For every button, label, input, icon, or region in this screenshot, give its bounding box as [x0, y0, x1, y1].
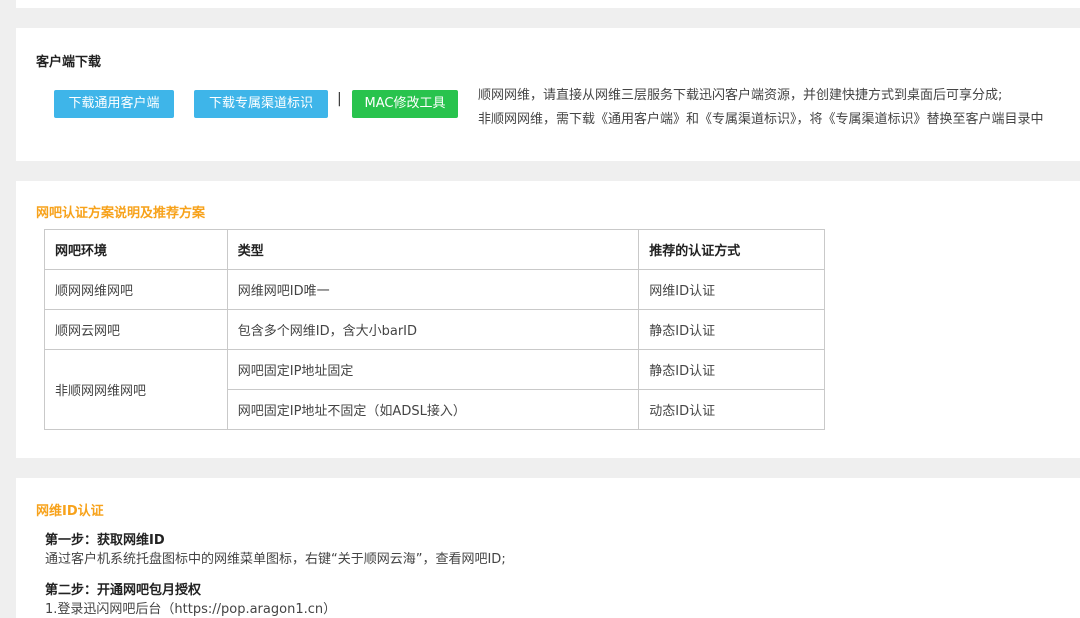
cell-env: 非顺网网维网吧	[44, 349, 228, 430]
header-type: 类型	[226, 229, 640, 270]
download-title: 客户端下载	[36, 55, 102, 70]
cell-auth: 动态ID认证	[638, 389, 825, 430]
netid-section: 网维ID认证 第一步：获取网维ID 通过客户机系统托盘图标中的网维菜单图标，右键…	[16, 478, 1080, 618]
cell-env: 顺网网维网吧	[44, 269, 228, 310]
table-row: 顺网云网吧 包含多个网维ID，含大小barID 静态ID认证	[44, 309, 825, 350]
cell-type: 包含多个网维ID，含大小barID	[226, 309, 640, 350]
download-instruction-line-2: 非顺网网维，需下载《通用客户端》和《专属渠道标识》，将《专属渠道标识》替换至客户…	[478, 112, 1044, 127]
step1-title: 第一步：获取网维ID	[45, 533, 165, 548]
download-channel-id-button[interactable]: 下载专属渠道标识	[194, 90, 328, 118]
download-instruction-line-1: 顺网网维，请直接从网维三层服务下载迅闪客户端资源，并创建快捷方式到桌面后可享分成…	[478, 88, 1003, 103]
download-section: 客户端下载 下载通用客户端 下载专属渠道标识 | MAC修改工具 顺网网维，请直…	[16, 28, 1080, 161]
cell-type: 网维网吧ID唯一	[226, 269, 640, 310]
step2-title: 第二步：开通网吧包月授权	[45, 583, 202, 598]
cell-auth: 静态ID认证	[638, 309, 825, 350]
cell-auth: 静态ID认证	[638, 349, 825, 390]
header-auth: 推荐的认证方式	[638, 229, 825, 270]
button-separator: |	[337, 91, 342, 107]
cell-type: 网吧固定IP地址固定	[226, 349, 640, 390]
mac-modify-tool-button[interactable]: MAC修改工具	[352, 90, 458, 118]
top-card	[16, 0, 1080, 8]
netid-title: 网维ID认证	[36, 504, 104, 519]
table-header-row: 网吧环境 类型 推荐的认证方式	[44, 229, 825, 270]
scheme-section: 网吧认证方案说明及推荐方案 网吧环境 类型 推荐的认证方式 顺网网维网吧 网维网…	[16, 181, 1080, 458]
step2-text: 1.登录迅闪网吧后台（https://pop.aragon1.cn）	[45, 602, 337, 617]
header-env: 网吧环境	[44, 229, 228, 270]
cell-type: 网吧固定IP地址不固定（如ADSL接入）	[226, 389, 640, 430]
cell-env: 顺网云网吧	[44, 309, 228, 350]
download-general-client-button[interactable]: 下载通用客户端	[54, 90, 174, 118]
table-row: 非顺网网维网吧 网吧固定IP地址固定 静态ID认证	[44, 349, 825, 430]
step1-text: 通过客户机系统托盘图标中的网维菜单图标，右键“关于顺网云海”，查看网吧ID;	[45, 552, 506, 567]
cell-auth: 网维ID认证	[638, 269, 825, 310]
scheme-table: 网吧环境 类型 推荐的认证方式 顺网网维网吧 网维网吧ID唯一 网维ID认证 顺…	[44, 229, 825, 430]
table-row: 顺网网维网吧 网维网吧ID唯一 网维ID认证	[44, 269, 825, 310]
scheme-title: 网吧认证方案说明及推荐方案	[36, 206, 206, 221]
